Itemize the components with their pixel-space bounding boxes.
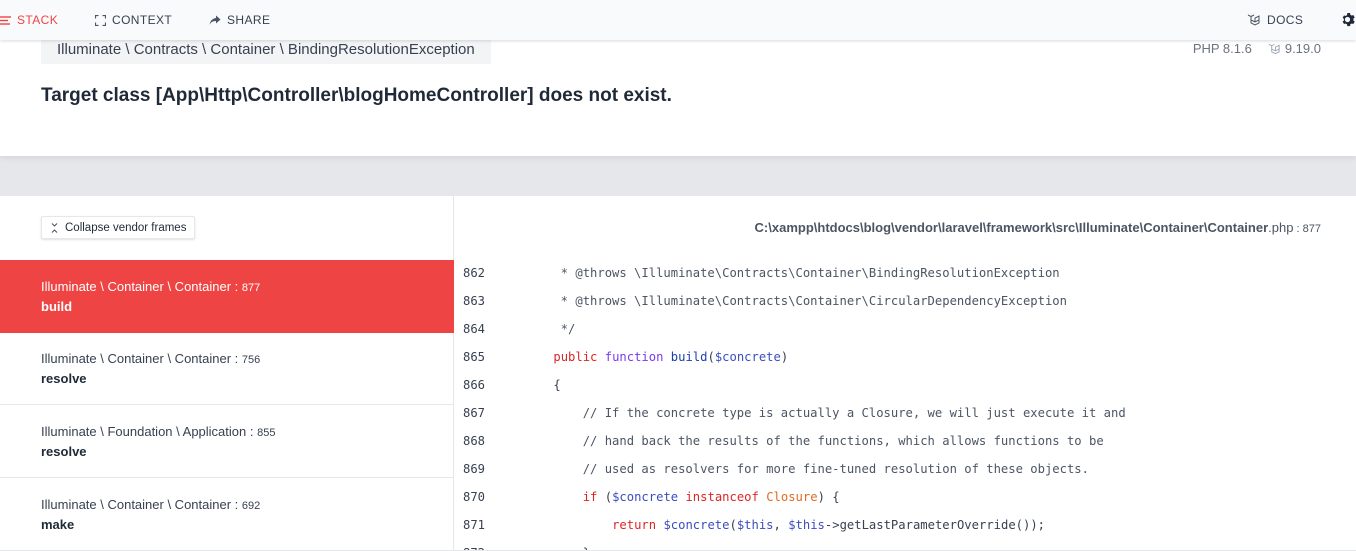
top-nav: STACK CONTEXT SHARE DOCS [0,0,1356,40]
frame-function: make [41,517,75,532]
share-icon [209,15,221,25]
line-number[interactable]: 872 [463,539,485,550]
nav-docs-label: DOCS [1267,13,1304,27]
code-line: 872 } [454,539,1356,550]
line-source: public function build($concrete) [553,350,789,364]
stack-frame[interactable]: Illuminate \ Container \ Container : 756… [0,332,454,405]
stack-frame[interactable]: Illuminate \ Foundation \ Application : … [0,405,454,478]
line-number[interactable]: 862 [463,259,485,287]
collapse-icon [51,222,58,233]
nav-stack-label: STACK [17,13,59,27]
frame-class-name: Illuminate \ Container \ Container [41,351,232,366]
exception-header: Illuminate \ Contracts \ Container \ Bin… [0,40,1356,156]
laravel-icon [1247,14,1260,26]
nav-stack-tab[interactable]: STACK [0,13,58,27]
laravel-icon [1268,43,1280,54]
line-source: return $concrete($this, $this->getLastPa… [612,518,1046,532]
frame-function: resolve [41,444,87,459]
collapse-vendor-frames-label: Collapse vendor frames [65,221,187,234]
line-number[interactable]: 865 [463,343,485,371]
exception-message: Target class [App\Http\Controller\blogHo… [41,85,672,106]
code-line: 863 * @throws \Illuminate\Contracts\Cont… [454,287,1356,315]
line-number[interactable]: 870 [463,483,485,511]
line-source: // used as resolvers for more fine-tuned… [524,462,1089,476]
stack-icon [0,15,11,25]
collapse-vendor-frames-button[interactable]: Collapse vendor frames [41,216,196,239]
php-version: PHP 8.1.6 [1192,41,1252,56]
stack-frame[interactable]: Illuminate \ Container \ Container : 692… [0,478,454,551]
frame-class-name: Illuminate \ Foundation \ Application [41,424,247,439]
gear-icon [1342,12,1355,27]
nav-docs-link[interactable]: DOCS [1247,13,1303,27]
line-source: * @throws \Illuminate\Contracts\Containe… [524,294,1067,308]
line-number[interactable]: 871 [463,511,485,539]
laravel-version-text: 9.19.0 [1284,41,1321,56]
line-number[interactable]: 864 [463,315,485,343]
frame-line: 855 [257,427,276,439]
file-path[interactable]: C:\xampp\htdocs\blog\vendor\laravel\fram… [755,220,1321,235]
nav-context-label: CONTEXT [112,13,173,27]
laravel-version: 9.19.0 [1268,41,1321,56]
file-line-number: 877 [1302,223,1321,235]
environment-info: PHP 8.1.6 9.19.0 [1193,41,1321,56]
frame-function: build [41,299,73,314]
exception-class: Illuminate \ Contracts \ Container \ Bin… [41,40,491,64]
code-line: 862 * @throws \Illuminate\Contracts\Cont… [454,259,1356,287]
stack-panel: Collapse vendor frames Illuminate \ Cont… [0,196,1356,551]
nav-share-label: SHARE [227,13,271,27]
code-line: 870 if ($concrete instanceof Closure) { [454,483,1356,511]
line-number[interactable]: 863 [463,287,485,315]
frame-class: Illuminate \ Container \ Container : 877 [41,279,261,294]
file-extension: .php [1268,220,1294,235]
settings-button[interactable] [1340,12,1355,27]
code-line: 865 public function build($concrete) [454,343,1356,371]
line-source: { [524,378,561,392]
code-line: 869 // used as resolvers for more fine-t… [454,455,1356,483]
frame-class-name: Illuminate \ Container \ Container [41,497,232,512]
line-source: if ($concrete instanceof Closure) { [582,490,840,504]
stack-frames-list: Collapse vendor frames Illuminate \ Cont… [0,196,454,551]
nav-share-tab[interactable]: SHARE [209,13,270,27]
frame-class: Illuminate \ Container \ Container : 756 [41,351,261,366]
frame-line: 756 [241,354,261,366]
code-line: 866 { [454,371,1356,399]
line-source: // hand back the results of the function… [524,434,1104,448]
code-line: 864 */ [454,315,1356,343]
frame-class: Illuminate \ Container \ Container : 692 [41,497,261,512]
expand-icon [95,14,106,26]
code-line: 868 // hand back the results of the func… [454,427,1356,455]
frame-line: 877 [241,282,261,294]
code-line: 871 return $concrete($this, $this->getLa… [454,511,1356,539]
line-number[interactable]: 867 [463,399,485,427]
line-number[interactable]: 868 [463,427,485,455]
file-path-text: C:\xampp\htdocs\blog\vendor\laravel\fram… [754,220,1269,235]
code-lines: 862 * @throws \Illuminate\Contracts\Cont… [454,259,1356,550]
nav-context-tab[interactable]: CONTEXT [95,13,172,27]
line-source: // If the concrete type is actually a Cl… [524,406,1126,420]
line-source: */ [524,322,576,336]
code-line: 867 // If the concrete type is actually … [454,399,1356,427]
frame-function: resolve [41,371,87,386]
line-number[interactable]: 869 [463,455,485,483]
frame-line: 692 [241,500,261,512]
line-number[interactable]: 866 [463,371,485,399]
code-viewer: C:\xampp\htdocs\blog\vendor\laravel\fram… [454,196,1356,550]
line-source: } [524,539,590,550]
stack-frame[interactable]: Illuminate \ Container \ Container : 877… [0,260,454,333]
line-source: * @throws \Illuminate\Contracts\Containe… [524,266,1060,280]
frame-class: Illuminate \ Foundation \ Application : … [41,424,276,439]
frame-class-name: Illuminate \ Container \ Container [41,279,232,294]
